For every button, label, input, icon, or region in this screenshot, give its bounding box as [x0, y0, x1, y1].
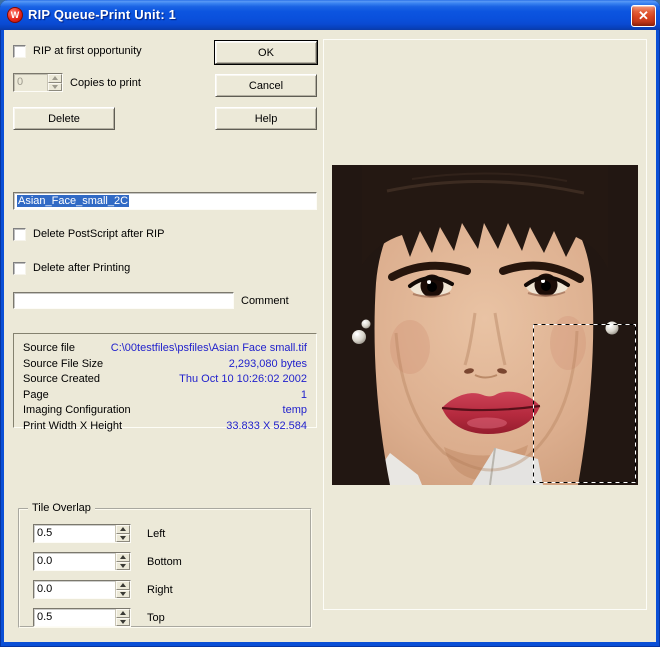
spin-up-button[interactable]: [116, 553, 130, 562]
tile-top-spinner[interactable]: 0.5: [33, 608, 131, 627]
info-label: Source Created: [23, 372, 100, 388]
info-label: Page: [23, 388, 49, 404]
rip-first-opportunity-label: RIP at first opportunity: [33, 45, 142, 58]
delete-postscript-label: Delete PostScript after RIP: [33, 228, 164, 241]
spin-up-button: [48, 74, 62, 83]
info-row-source-file: Source file C:\00testfiles\psfiles\Asian…: [23, 341, 307, 357]
tile-top-label: Top: [147, 612, 165, 624]
cancel-button[interactable]: Cancel: [215, 74, 317, 97]
tile-left-spinner[interactable]: 0.5: [33, 524, 131, 543]
window-title: RIP Queue-Print Unit: 1: [28, 7, 176, 22]
spin-buttons[interactable]: [115, 609, 130, 626]
help-button[interactable]: Help: [215, 107, 317, 130]
info-value: Thu Oct 10 10:26:02 2002: [179, 372, 307, 388]
tile-bottom-spinner[interactable]: 0.0: [33, 552, 131, 571]
info-value: 1: [301, 388, 307, 404]
spin-buttons[interactable]: [115, 581, 130, 598]
tile-right-spinner[interactable]: 0.0: [33, 580, 131, 599]
job-name-input[interactable]: Asian_Face_small_2C: [13, 192, 317, 210]
delete-button[interactable]: Delete: [13, 107, 115, 130]
tile-left-value[interactable]: 0.5: [34, 525, 115, 542]
copies-to-print-spinner: 0: [13, 73, 63, 92]
info-label: Imaging Configuration: [23, 403, 131, 419]
spin-up-button[interactable]: [116, 609, 130, 618]
spin-down-button[interactable]: [116, 618, 130, 627]
comment-input[interactable]: [13, 292, 234, 309]
app-logo-icon: W: [7, 7, 23, 23]
info-label: Source File Size: [23, 357, 103, 373]
job-name-selected-text: Asian_Face_small_2C: [17, 195, 129, 207]
close-button[interactable]: ✕: [631, 5, 656, 27]
comment-label: Comment: [241, 295, 289, 307]
tile-right-label: Right: [147, 584, 173, 596]
spin-up-button[interactable]: [116, 581, 130, 590]
spin-buttons[interactable]: [115, 525, 130, 542]
tile-bottom-value[interactable]: 0.0: [34, 553, 115, 570]
tile-right-value[interactable]: 0.0: [34, 581, 115, 598]
delete-postscript-checkbox[interactable]: [13, 228, 26, 241]
info-value: C:\00testfiles\psfiles\Asian Face small.…: [111, 341, 307, 357]
info-value: 2,293,080 bytes: [229, 357, 307, 373]
spin-down-button[interactable]: [116, 534, 130, 543]
tile-overlap-group: Tile Overlap 0.5 Left 0.0 Bottom 0.0: [18, 508, 312, 628]
info-row-created: Source Created Thu Oct 10 10:26:02 2002: [23, 372, 307, 388]
info-row-print-size: Print Width X Height 33.833 X 52.584: [23, 419, 307, 435]
ok-button[interactable]: OK: [215, 41, 317, 64]
delete-after-printing-checkbox[interactable]: [13, 262, 26, 275]
copies-spin-buttons: [47, 74, 62, 91]
tile-left-label: Left: [147, 528, 165, 540]
spin-up-button[interactable]: [116, 525, 130, 534]
info-row-page: Page 1: [23, 388, 307, 404]
info-label: Print Width X Height: [23, 419, 122, 435]
tile-overlap-title: Tile Overlap: [28, 502, 95, 514]
title-bar[interactable]: W RIP Queue-Print Unit: 1 ✕: [0, 0, 660, 30]
source-info-panel: Source file C:\00testfiles\psfiles\Asian…: [13, 333, 317, 428]
tile-bottom-label: Bottom: [147, 556, 182, 568]
info-label: Source file: [23, 341, 75, 357]
info-value: 33.833 X 52.584: [226, 419, 307, 435]
info-row-imaging-config: Imaging Configuration temp: [23, 403, 307, 419]
copies-to-print-label: Copies to print: [70, 77, 141, 89]
info-row-file-size: Source File Size 2,293,080 bytes: [23, 357, 307, 373]
rip-first-opportunity-checkbox[interactable]: [13, 45, 26, 58]
spin-buttons[interactable]: [115, 553, 130, 570]
info-value: temp: [283, 403, 307, 419]
spin-down-button[interactable]: [116, 562, 130, 571]
preview-photo: [332, 165, 638, 485]
copies-to-print-value: 0: [14, 74, 47, 91]
dialog-body: RIP at first opportunity 0 Copies to pri…: [4, 30, 656, 642]
delete-after-printing-label: Delete after Printing: [33, 262, 130, 275]
spin-down-button[interactable]: [116, 590, 130, 599]
tile-top-value[interactable]: 0.5: [34, 609, 115, 626]
spin-down-button: [48, 83, 62, 92]
rip-queue-print-dialog: W RIP Queue-Print Unit: 1 ✕ RIP at first…: [0, 0, 660, 647]
